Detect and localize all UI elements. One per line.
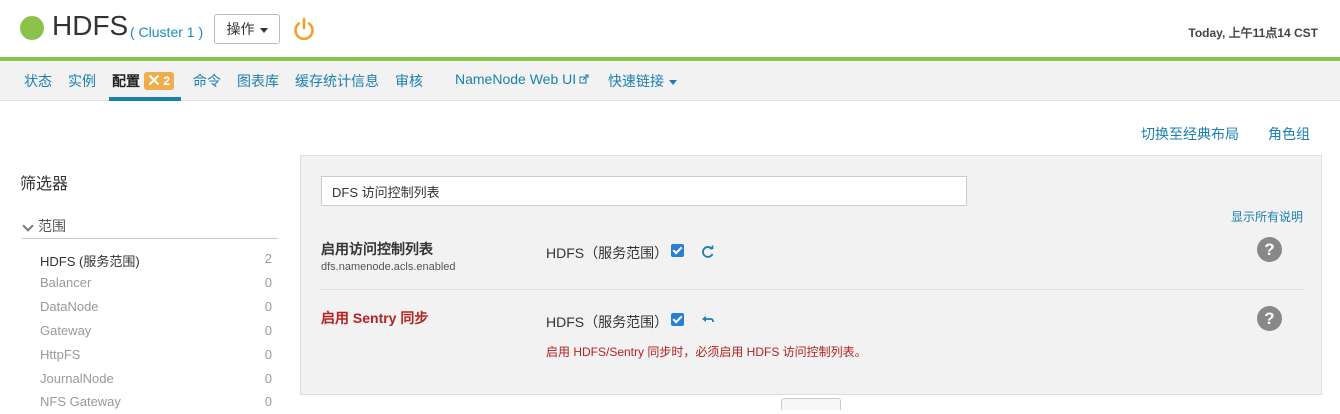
tab-configuration-label: 配置 (112, 73, 140, 89)
tab-instances[interactable]: 实例 (68, 71, 96, 91)
property-divider (321, 289, 1303, 290)
quick-links-label: 快速链接 (608, 73, 664, 89)
service-header: HDFS ( Cluster 1 ) 操作 Today, 上午11点14 CST (0, 0, 1340, 57)
scope-filter-item-gateway[interactable]: Gateway 0 (40, 323, 272, 343)
scope-item-label: Balancer (40, 275, 92, 290)
configuration-panel: 显示所有说明 启用访问控制列表 dfs.namenode.acls.enable… (300, 155, 1322, 395)
service-status-icon (20, 16, 44, 40)
refresh-icon[interactable] (701, 245, 715, 259)
scope-item-count: 0 (264, 371, 272, 386)
property-name-acls: 启用访问控制列表 (321, 241, 433, 257)
quick-links-dropdown[interactable]: 快速链接 (608, 71, 677, 91)
scope-filter-item-nfs-gateway[interactable]: NFS Gateway 0 (40, 394, 272, 414)
wrench-screwdriver-icon (148, 74, 160, 86)
power-icon[interactable] (292, 17, 316, 41)
show-all-descriptions-link[interactable]: 显示所有说明 (1231, 208, 1303, 225)
scope-filter-item-datanode[interactable]: DataNode 0 (40, 299, 272, 319)
scope-filter-item-hdfs[interactable]: HDFS (服务范围) 2 (40, 251, 272, 271)
switch-classic-layout-link[interactable]: 切换至经典布局 (1141, 124, 1239, 144)
external-link-icon (579, 74, 589, 84)
scope-item-count: 0 (264, 275, 272, 290)
role-groups-link[interactable]: 角色组 (1268, 124, 1310, 144)
tab-audits[interactable]: 审核 (395, 71, 423, 91)
tab-commands[interactable]: 命令 (193, 71, 221, 91)
help-icon[interactable]: ? (1257, 237, 1282, 262)
active-tab-indicator (109, 97, 181, 101)
config-search-input[interactable] (321, 176, 967, 206)
scope-item-label: JournalNode (40, 371, 114, 386)
scope-item-label: HDFS (服务范围) (40, 254, 140, 269)
sentry-sync-checkbox[interactable] (671, 313, 684, 326)
config-issues-badge: 2 (144, 72, 175, 90)
scope-item-label: Gateway (40, 323, 92, 338)
scope-item-count: 0 (264, 347, 272, 362)
scope-filter-item-balancer[interactable]: Balancer 0 (40, 275, 272, 295)
caret-down-icon (259, 27, 268, 33)
actions-dropdown-button[interactable]: 操作 (214, 14, 280, 44)
acls-enabled-checkbox[interactable] (671, 244, 684, 257)
timestamp: Today, 上午11点14 CST (1188, 26, 1318, 40)
tab-status[interactable]: 状态 (24, 71, 52, 91)
property-scope-sentry-sync: HDFS（服务范围） (546, 314, 669, 330)
cluster-link[interactable]: ( Cluster 1 ) (130, 24, 203, 40)
property-scope-acls: HDFS（服务范围） (546, 245, 669, 261)
caret-down-icon (669, 79, 677, 85)
tab-cache-statistics[interactable]: 缓存统计信息 (295, 71, 379, 91)
property-name-sentry-sync: 启用 Sentry 同步 (321, 310, 429, 326)
undo-icon[interactable] (701, 314, 715, 328)
validation-error-message: 启用 HDFS/Sentry 同步时，必须启用 HDFS 访问控制列表。 (546, 345, 867, 359)
pagination-control[interactable] (781, 398, 841, 410)
actions-label: 操作 (226, 21, 255, 37)
scope-item-count: 2 (264, 251, 272, 266)
scope-item-label: HttpFS (40, 347, 81, 362)
tab-charts-library[interactable]: 图表库 (237, 71, 279, 91)
service-tabs: 状态 实例 配置 2 命令 图表库 缓存统计信息 审核 NameNode Web… (0, 61, 1340, 101)
scope-label: 范围 (38, 218, 66, 234)
scope-item-count: 0 (264, 299, 272, 314)
config-issues-count: 2 (163, 74, 171, 88)
scope-filter-item-journalnode[interactable]: JournalNode 0 (40, 371, 272, 391)
scope-item-count: 0 (264, 323, 272, 338)
scope-filter-item-httpfs[interactable]: HttpFS 0 (40, 347, 272, 367)
scope-filter-header[interactable]: 范围 (22, 216, 278, 239)
help-icon[interactable]: ? (1257, 306, 1282, 331)
tab-configuration[interactable]: 配置 2 (112, 71, 175, 91)
chevron-down-icon (22, 220, 34, 232)
scope-item-label: DataNode (40, 299, 99, 314)
service-title: HDFS (52, 10, 129, 41)
filters-title: 筛选器 (20, 176, 69, 193)
namenode-web-ui-label: NameNode Web UI (455, 71, 577, 87)
property-key-acls: dfs.namenode.acls.enabled (321, 261, 456, 273)
namenode-web-ui-link[interactable]: NameNode Web UI (455, 71, 589, 87)
